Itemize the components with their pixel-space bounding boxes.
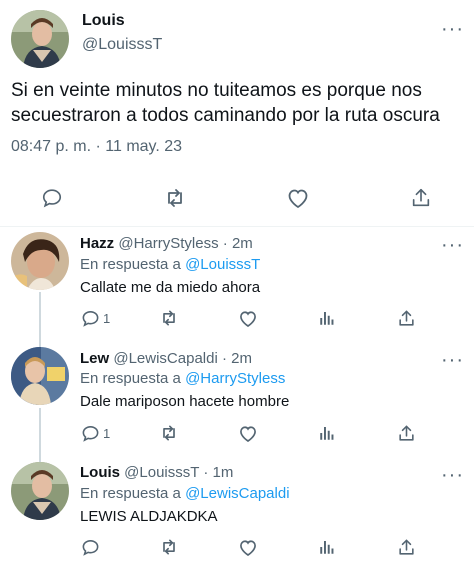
thread-line — [39, 292, 41, 348]
reply-count: 1 — [103, 311, 111, 326]
views-icon[interactable] — [317, 308, 337, 328]
reply-header: Louis @LouisssT · 1m — [80, 464, 233, 481]
retweet-icon[interactable] — [159, 308, 179, 328]
reply-prefix: En respuesta a — [80, 256, 181, 273]
reply-header: Lew @LewisCapaldi · 2m — [80, 350, 252, 367]
reply-icon[interactable] — [80, 537, 100, 557]
reply-time[interactable]: · 1m — [203, 464, 233, 481]
reply-icon[interactable] — [80, 423, 100, 443]
reply-prefix: En respuesta a — [80, 370, 181, 387]
share-icon[interactable] — [396, 308, 416, 328]
retweet-icon[interactable] — [159, 423, 179, 443]
share-icon[interactable] — [396, 537, 416, 557]
more-icon[interactable]: ··· — [441, 350, 464, 370]
reply-display-name[interactable]: Hazz — [80, 235, 114, 252]
views-icon[interactable] — [317, 537, 337, 557]
thread-line — [39, 408, 41, 464]
reply-text: LEWIS ALDJAKDKA — [80, 508, 218, 525]
like-icon[interactable] — [238, 423, 258, 443]
avatar-louis[interactable] — [11, 10, 69, 68]
reply-to-link[interactable]: @HarryStyless — [185, 370, 285, 387]
avatar-louis[interactable] — [11, 462, 69, 520]
reply-icon[interactable] — [40, 186, 64, 210]
views-icon[interactable] — [317, 423, 337, 443]
reply-time[interactable]: · 2m — [223, 235, 253, 252]
like-icon[interactable] — [238, 537, 258, 557]
main-tweet-handle[interactable]: @LouisssT — [82, 36, 162, 54]
reply-text: Callate me da miedo ahora — [80, 279, 261, 296]
main-tweet-text-line2: secuestraron a todos caminando por la ru… — [11, 105, 440, 126]
avatar-lew[interactable] — [11, 347, 69, 405]
share-icon[interactable] — [409, 186, 433, 210]
reply-context: En respuesta a @HarryStyless — [80, 370, 285, 387]
main-tweet-text-line1: Si en veinte minutos no tuiteamos es por… — [11, 80, 422, 101]
reply-text: Dale mariposon hacete hombre — [80, 393, 290, 410]
reply-context: En respuesta a @LewisCapaldi — [80, 485, 290, 502]
more-icon[interactable]: ··· — [441, 19, 464, 39]
share-icon[interactable] — [396, 423, 416, 443]
main-tweet-display-name[interactable]: Louis — [82, 12, 125, 30]
like-icon[interactable] — [286, 186, 310, 210]
main-tweet-timestamp[interactable]: 08:47 p. m. · 11 may. 23 — [11, 138, 182, 156]
reply-display-name[interactable]: Louis — [80, 464, 120, 481]
retweet-icon[interactable] — [163, 186, 187, 210]
reply-display-name[interactable]: Lew — [80, 350, 109, 367]
divider — [0, 226, 474, 227]
reply-prefix: En respuesta a — [80, 485, 181, 502]
reply-header: Hazz @HarryStyless · 2m — [80, 235, 253, 252]
like-icon[interactable] — [238, 308, 258, 328]
reply-handle[interactable]: @HarryStyless — [118, 235, 218, 252]
retweet-icon[interactable] — [159, 537, 179, 557]
reply-context: En respuesta a @LouisssT — [80, 256, 260, 273]
reply-to-link[interactable]: @LewisCapaldi — [185, 485, 289, 502]
more-icon[interactable]: ··· — [441, 235, 464, 255]
more-icon[interactable]: ··· — [441, 465, 464, 485]
reply-count: 1 — [103, 426, 111, 441]
main-tweet-text: Si en veinte minutos no tuiteamos es por… — [11, 78, 440, 128]
reply-icon[interactable] — [80, 308, 100, 328]
reply-to-link[interactable]: @LouisssT — [185, 256, 260, 273]
reply-time[interactable]: · 2m — [222, 350, 252, 367]
reply-handle[interactable]: @LewisCapaldi — [113, 350, 217, 367]
reply-handle[interactable]: @LouisssT — [124, 464, 199, 481]
avatar-hazz[interactable] — [11, 232, 69, 290]
